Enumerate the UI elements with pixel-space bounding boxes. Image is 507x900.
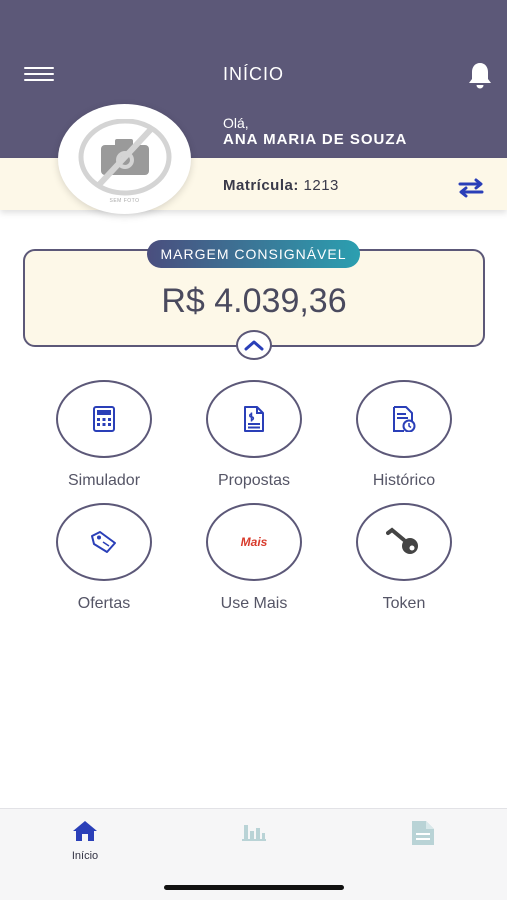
action-historico-label: Histórico — [372, 472, 436, 489]
dollar-document-icon — [244, 406, 264, 432]
action-simulador-circle — [56, 380, 152, 458]
action-ofertas[interactable]: Ofertas — [56, 503, 152, 613]
action-propostas-circle — [206, 380, 302, 458]
avatar[interactable]: SEM FOTO — [58, 104, 191, 214]
action-historico-circle — [356, 380, 452, 458]
margin-label: MARGEM CONSIGNÁVEL — [147, 240, 360, 268]
tab-reports[interactable] — [214, 819, 294, 848]
action-use-mais-circle: Mais — [206, 503, 302, 581]
action-historico[interactable]: Histórico — [356, 380, 452, 490]
bar-chart-icon — [242, 825, 266, 841]
action-use-mais[interactable]: Mais Use Mais — [206, 503, 302, 613]
tab-inicio[interactable]: Início — [45, 819, 125, 862]
no-photo-icon — [78, 119, 171, 196]
action-ofertas-circle — [56, 503, 152, 581]
switch-registration-button[interactable] — [456, 178, 486, 198]
action-use-mais-label: Use Mais — [220, 595, 288, 612]
action-propostas-label: Propostas — [217, 472, 291, 489]
home-indicator — [164, 885, 344, 890]
action-propostas[interactable]: Propostas — [206, 380, 302, 490]
registration-label: Matrícula: — [223, 177, 299, 194]
action-token-circle — [356, 503, 452, 581]
key-icon — [386, 527, 418, 554]
document-icon — [412, 821, 434, 845]
page-title: INÍCIO — [222, 64, 284, 84]
bell-icon — [469, 63, 491, 89]
notifications-button[interactable] — [466, 60, 494, 90]
user-name: ANA MARIA DE SOUZA — [223, 131, 408, 148]
margin-value: R$ 4.039,36 — [161, 282, 347, 320]
action-simulador-label: Simulador — [67, 472, 141, 489]
use-mais-logo: Mais — [240, 535, 268, 549]
calculator-icon — [93, 406, 115, 432]
action-token-label: Token — [382, 595, 426, 612]
chevron-up-icon — [244, 340, 264, 351]
registration-value: 1213 — [303, 177, 339, 194]
action-ofertas-label: Ofertas — [77, 595, 131, 612]
no-photo-caption: SEM FOTO — [109, 198, 140, 204]
tag-icon — [91, 531, 116, 553]
swap-arrows-icon — [458, 178, 484, 198]
home-icon — [73, 821, 97, 841]
collapse-margin-button[interactable] — [236, 330, 272, 360]
action-simulador[interactable]: Simulador — [56, 380, 152, 490]
history-document-icon — [393, 406, 416, 432]
tab-inicio-label: Início — [71, 850, 99, 862]
greeting-text: Olá, — [223, 115, 249, 131]
tab-documents[interactable] — [382, 819, 462, 852]
registration-number: Matrícula: 1213 — [223, 177, 339, 194]
action-token[interactable]: Token — [356, 503, 452, 613]
